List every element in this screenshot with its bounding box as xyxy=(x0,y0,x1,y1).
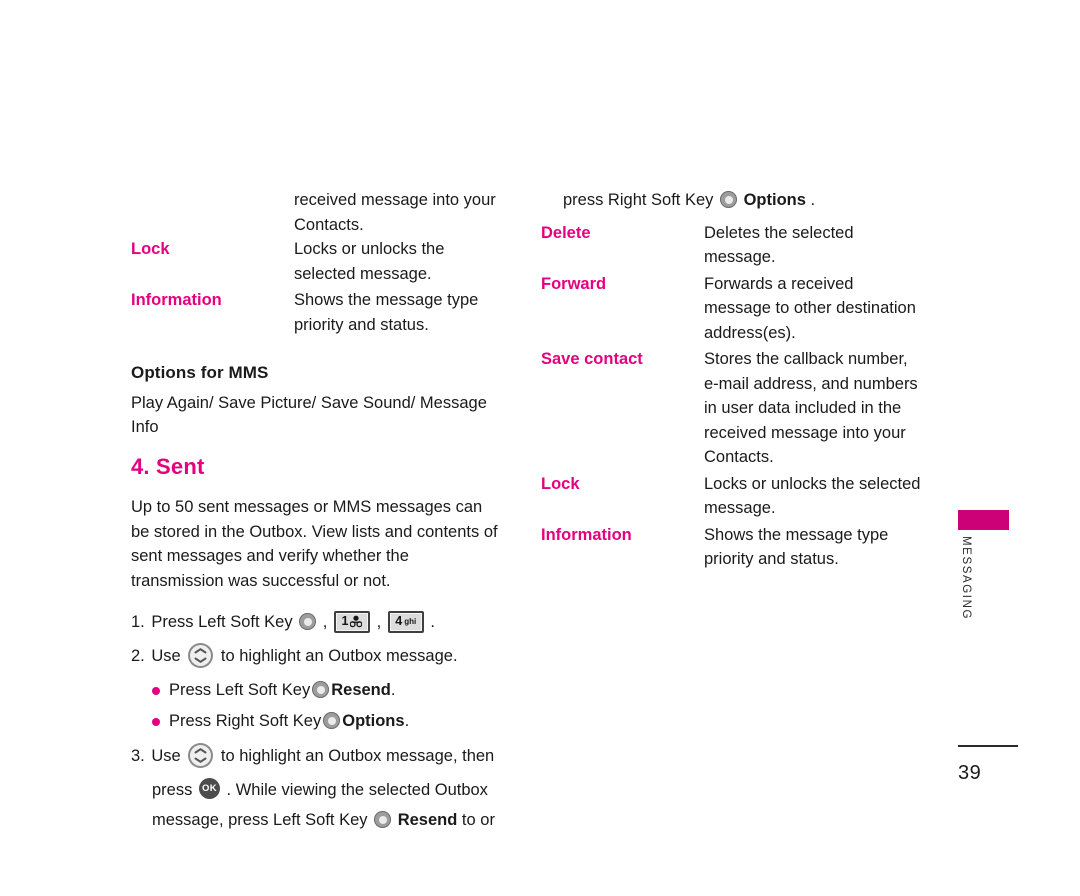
bullet-text: Press Right Soft Key xyxy=(169,712,322,730)
definition-description: Deletes the selected message. xyxy=(704,223,854,267)
soft-key-icon xyxy=(720,191,737,209)
definition-term: Information xyxy=(131,291,222,309)
bullet-label: Resend xyxy=(331,681,391,699)
definition-description: Locks or unlocks the selected message. xyxy=(704,474,921,518)
definition-row-information: Information Shows the message type prior… xyxy=(131,288,503,337)
soft-key-icon xyxy=(374,811,392,829)
bullet-dot-icon xyxy=(152,686,160,695)
step-separator: , xyxy=(376,613,382,631)
step-2: 2. Use to highlight an Outbox message. xyxy=(131,641,503,671)
definition-row-save-contact: Save contact Stores the callback number,… xyxy=(541,347,923,470)
nav-chevrons-glyph-icon xyxy=(194,648,207,663)
definition-row-forward: Forward Forwards a received message to o… xyxy=(541,272,923,346)
keypad-1-voicemail-icon: 1 xyxy=(333,610,370,633)
definition-description: Forwards a received message to other des… xyxy=(704,274,916,342)
intro-text-end: . xyxy=(810,191,816,209)
step-text: Use xyxy=(151,747,181,765)
nav-chevrons-glyph-icon xyxy=(194,748,207,763)
definition-term: Information xyxy=(541,525,632,544)
footer-rule xyxy=(958,745,1018,747)
definition-description: Shows the message type priority and stat… xyxy=(704,525,889,569)
step-3-line-2: press OK . While viewing the selected Ou… xyxy=(131,775,503,805)
bullet-text-end: . xyxy=(404,712,410,730)
mms-options-list: Play Again/ Save Picture/ Save Sound/ Me… xyxy=(131,394,487,436)
step-number: 3. xyxy=(131,747,145,765)
step-3: 3. Use to highlight an Outbox message, t… xyxy=(131,741,503,771)
bullet-dot-icon xyxy=(152,717,160,726)
step-number: 2. xyxy=(131,647,145,665)
options-for-mms-heading: Options for MMS xyxy=(131,363,269,382)
section-paragraph: Up to 50 sent messages or MMS messages c… xyxy=(131,498,498,590)
definition-row-lock: Lock Locks or unlocks the selected messa… xyxy=(131,237,503,286)
step-text: Press Left Soft Key xyxy=(151,613,293,631)
step-text-end: . xyxy=(430,613,435,631)
step-text: . While viewing the selected Outbox xyxy=(226,781,488,799)
manual-page: received message into your Contacts. Loc… xyxy=(0,0,1080,896)
bullet-text-end: . xyxy=(390,681,396,699)
page-title: 4. Sent xyxy=(131,454,205,479)
page-number: 39 xyxy=(958,762,982,784)
keypad-letters: ghi xyxy=(404,616,417,626)
bullet-item-resend: Press Left Soft Key Resend . xyxy=(131,675,503,706)
definition-row-information: Information Shows the message type prior… xyxy=(541,523,923,572)
soft-key-icon xyxy=(323,712,341,729)
voicemail-glyph-icon xyxy=(350,615,363,628)
step-3-line-3: message, press Left Soft Key Resend to o… xyxy=(131,805,503,835)
step-text: message, press Left Soft Key xyxy=(152,811,368,829)
keypad-digit: 1 xyxy=(341,614,349,629)
definition-term: Save contact xyxy=(541,350,643,368)
step-number: 1. xyxy=(131,613,145,631)
left-column: received message into your Contacts. Loc… xyxy=(131,188,503,835)
right-column: press Right Soft Key Options . Delete De… xyxy=(541,188,923,574)
options-intro-line: press Right Soft Key Options . xyxy=(563,188,923,213)
step-text: to highlight an Outbox message, then xyxy=(220,747,495,765)
step-text: Use xyxy=(151,647,181,665)
bullet-label: Options xyxy=(342,712,405,730)
definition-description: Stores the callback number, e-mail addre… xyxy=(704,350,918,466)
soft-key-icon xyxy=(312,681,330,698)
step-text-end: to highlight an Outbox message. xyxy=(220,647,458,665)
definition-row-lock: Lock Locks or unlocks the selected messa… xyxy=(541,472,923,521)
soft-key-icon xyxy=(299,613,317,631)
step-separator: , xyxy=(322,613,328,631)
intro-label: Options xyxy=(743,191,806,209)
section-tab-label: MESSAGING xyxy=(960,536,972,621)
navigation-key-icon xyxy=(188,743,214,769)
keypad-digit: 4 xyxy=(395,614,403,629)
intro-text: press Right Soft Key xyxy=(563,191,714,209)
definition-term: Lock xyxy=(541,474,580,493)
definition-row-delete: Delete Deletes the selected message. xyxy=(541,221,923,270)
section-tab-block xyxy=(958,510,1009,530)
definition-description: Shows the message type priority and stat… xyxy=(294,291,479,334)
continued-description: received message into your Contacts. xyxy=(294,191,496,234)
definition-term: Forward xyxy=(541,274,607,293)
step-text-end: to or xyxy=(461,811,495,829)
definition-description: Locks or unlocks the selected message. xyxy=(294,240,445,283)
definition-term: Lock xyxy=(131,240,170,258)
navigation-key-icon xyxy=(188,643,214,669)
bullet-text: Press Left Soft Key xyxy=(169,681,311,699)
step-text: press xyxy=(152,781,193,799)
bullet-item-options: Press Right Soft Key Options . xyxy=(131,706,503,737)
definition-term: Delete xyxy=(541,223,591,242)
keypad-4-ghi-icon: 4 ghi xyxy=(387,610,424,633)
ok-key-icon: OK xyxy=(198,778,220,800)
step-1: 1. Press Left Soft Key , 1 , 4 ghi . xyxy=(131,607,503,637)
step-label: Resend xyxy=(397,811,458,829)
